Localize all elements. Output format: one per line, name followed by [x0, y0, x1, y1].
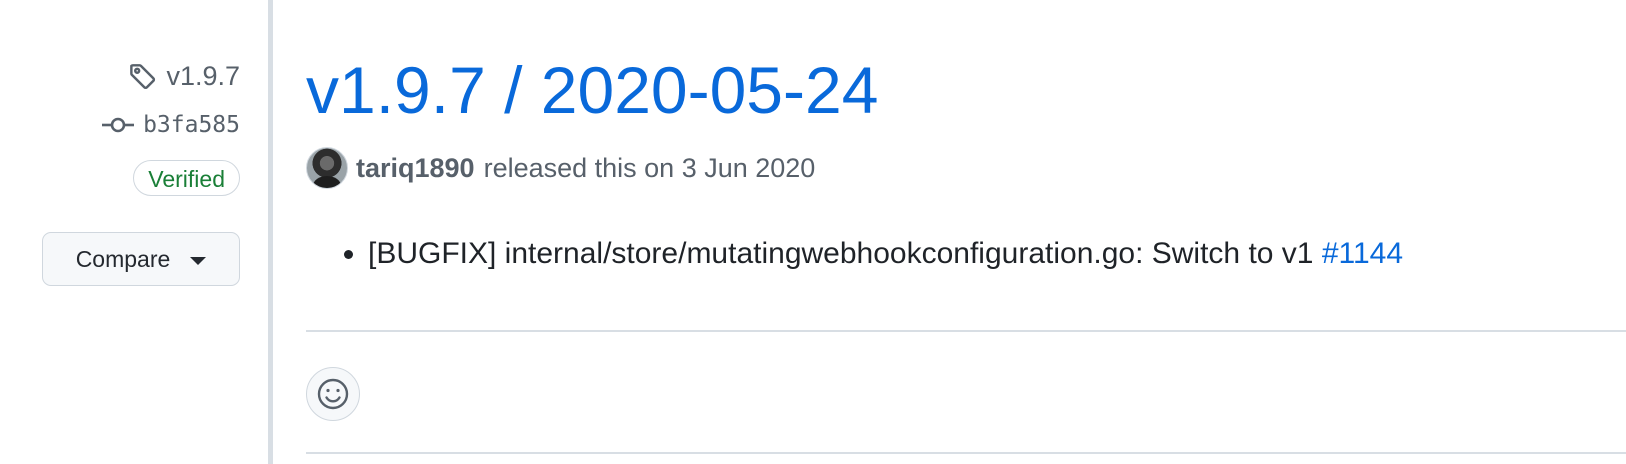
commit-link[interactable]: b3fa585 [101, 110, 240, 140]
divider [306, 452, 1626, 454]
release-byline: tariq1890 released this on 3 Jun 2020 [306, 146, 815, 190]
release-meta-sidebar: v1.9.7 b3fa585 Verified Compare [0, 0, 240, 464]
note-text: [BUGFIX] internal/store/mutatingwebhookc… [368, 237, 1322, 270]
compare-button[interactable]: Compare [42, 232, 240, 286]
tag-link[interactable]: v1.9.7 [128, 58, 240, 94]
avatar[interactable] [306, 147, 348, 189]
add-reaction-button[interactable] [306, 367, 360, 421]
timeline-divider [268, 0, 273, 464]
release-body: v1.9.7 / 2020-05-24 tariq1890 released t… [306, 0, 1626, 464]
release-date-text: released this on 3 Jun 2020 [483, 152, 816, 183]
divider [306, 330, 1626, 332]
issue-link[interactable]: #1144 [1322, 237, 1403, 270]
release-notes-list: [BUGFIX] internal/store/mutatingwebhookc… [334, 234, 1403, 274]
author-link[interactable]: tariq1890 [356, 153, 475, 184]
verified-badge[interactable]: Verified [133, 160, 240, 196]
release-page: v1.9.7 b3fa585 Verified Compare v1.9.7 /… [0, 0, 1626, 464]
compare-label: Compare [75, 245, 171, 272]
tag-label: v1.9.7 [166, 60, 240, 91]
triangle-down-icon [190, 256, 207, 265]
smiley-icon [316, 377, 350, 411]
tag-icon [128, 61, 158, 91]
release-title[interactable]: v1.9.7 / 2020-05-24 [306, 48, 878, 132]
git-commit-icon [101, 115, 135, 135]
list-item: [BUGFIX] internal/store/mutatingwebhookc… [368, 234, 1403, 274]
commit-sha: b3fa585 [143, 112, 240, 138]
